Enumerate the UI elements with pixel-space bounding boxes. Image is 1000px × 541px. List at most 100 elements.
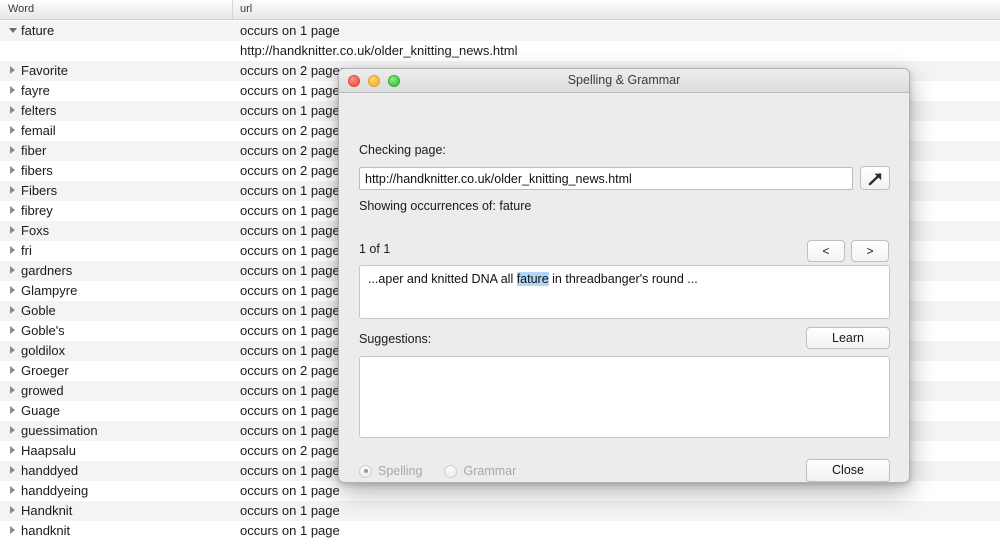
cell-url: occurs on 1 page	[240, 23, 340, 38]
dialog-title: Spelling & Grammar	[339, 73, 909, 87]
check-mode-radio-group: Spelling Grammar	[359, 464, 516, 478]
cell-word: Guage	[21, 403, 60, 418]
chevron-right-icon[interactable]	[10, 186, 15, 194]
cell-word: fri	[21, 243, 32, 258]
chevron-right-icon[interactable]	[10, 426, 15, 434]
cell-url: occurs on 1 page	[240, 343, 340, 358]
cell-url: occurs on 1 page	[240, 323, 340, 338]
cell-url: occurs on 1 page	[240, 103, 340, 118]
spelling-grammar-dialog: Spelling & Grammar Checking page: Showin…	[338, 68, 910, 483]
chevron-right-icon[interactable]	[10, 526, 15, 534]
chevron-right-icon[interactable]	[10, 286, 15, 294]
chevron-right-icon[interactable]	[10, 66, 15, 74]
radio-label-grammar: Grammar	[463, 464, 516, 478]
chevron-right-icon[interactable]	[10, 306, 15, 314]
cell-url: occurs on 1 page	[240, 283, 340, 298]
cell-url: occurs on 1 page	[240, 483, 340, 498]
table-header-row: Word url	[0, 0, 1000, 20]
cell-url: occurs on 1 page	[240, 523, 340, 538]
occurrence-counter: 1 of 1	[359, 242, 390, 256]
cell-url: occurs on 2 pages	[240, 363, 346, 378]
chevron-right-icon[interactable]	[10, 106, 15, 114]
context-highlighted-word: fature	[517, 272, 549, 286]
cell-word: gardners	[21, 263, 72, 278]
cell-url: occurs on 2 pages	[240, 443, 346, 458]
next-occurrence-button[interactable]: >	[851, 240, 889, 262]
cell-word: fiber	[21, 143, 46, 158]
cell-url: occurs on 1 page	[240, 83, 340, 98]
close-dialog-button[interactable]: Close	[806, 459, 890, 482]
cell-word: fayre	[21, 83, 50, 98]
chevron-right-icon[interactable]	[10, 266, 15, 274]
cell-url: occurs on 1 page	[240, 403, 340, 418]
cell-word: handknit	[21, 523, 70, 538]
chevron-right-icon[interactable]	[10, 246, 15, 254]
table-row[interactable]: fature occurs on 1 page	[0, 21, 1000, 41]
column-header-word[interactable]: Word	[8, 3, 34, 15]
cell-url: occurs on 1 page	[240, 203, 340, 218]
chevron-right-icon[interactable]	[10, 326, 15, 334]
cell-url: http://handknitter.co.uk/older_knitting_…	[240, 43, 518, 58]
suggestions-label: Suggestions:	[359, 332, 431, 346]
table-row[interactable]: http://handknitter.co.uk/older_knitting_…	[0, 41, 1000, 61]
chevron-right-icon[interactable]	[10, 366, 15, 374]
cell-url: occurs on 1 page	[240, 223, 340, 238]
cell-word: Foxs	[21, 223, 49, 238]
cell-word: goldilox	[21, 343, 65, 358]
column-divider[interactable]	[232, 0, 233, 19]
cell-word: Haapsalu	[21, 443, 76, 458]
chevron-right-icon[interactable]	[10, 466, 15, 474]
cell-word: Goble	[21, 303, 56, 318]
suggestions-list[interactable]	[359, 356, 890, 438]
cell-word: Goble's	[21, 323, 65, 338]
table-row[interactable]: handdyeing occurs on 1 page	[0, 481, 1000, 501]
chevron-down-icon[interactable]	[9, 28, 17, 33]
cell-word: Fibers	[21, 183, 57, 198]
cell-url: occurs on 1 page	[240, 303, 340, 318]
cell-url: occurs on 2 pages	[240, 143, 346, 158]
chevron-right-icon[interactable]	[10, 346, 15, 354]
chevron-right-icon[interactable]	[10, 126, 15, 134]
cell-word: fature	[21, 23, 54, 38]
chevron-right-icon[interactable]	[10, 206, 15, 214]
cell-word: handdyed	[21, 463, 78, 478]
chevron-right-icon[interactable]	[10, 446, 15, 454]
radio-spelling[interactable]: Spelling	[359, 464, 422, 478]
cell-word: felters	[21, 103, 56, 118]
chevron-right-icon[interactable]	[10, 506, 15, 514]
cell-word: femail	[21, 123, 56, 138]
radio-grammar[interactable]: Grammar	[444, 464, 516, 478]
cell-word: Favorite	[21, 63, 68, 78]
chevron-right-icon[interactable]	[10, 486, 15, 494]
chevron-right-icon[interactable]	[10, 406, 15, 414]
occurrence-context-box: ...aper and knitted DNA all fature in th…	[359, 265, 890, 319]
cell-word: Glampyre	[21, 283, 77, 298]
open-page-button[interactable]	[860, 166, 890, 190]
cell-url: occurs on 1 page	[240, 243, 340, 258]
cell-word: Handknit	[21, 503, 72, 518]
learn-button[interactable]: Learn	[806, 327, 890, 349]
context-before: ...aper and knitted DNA all	[368, 272, 517, 286]
dialog-titlebar[interactable]: Spelling & Grammar	[339, 69, 909, 93]
chevron-right-icon[interactable]	[10, 166, 15, 174]
cell-word: handdyeing	[21, 483, 88, 498]
cell-url: occurs on 1 page	[240, 183, 340, 198]
cell-url: occurs on 1 page	[240, 503, 340, 518]
chevron-right-icon[interactable]	[10, 86, 15, 94]
table-row[interactable]: Handknit occurs on 1 page	[0, 501, 1000, 521]
cell-word: fibers	[21, 163, 53, 178]
checking-page-url-input[interactable]	[359, 167, 853, 190]
cell-url: occurs on 1 page	[240, 463, 340, 478]
chevron-right-icon[interactable]	[10, 146, 15, 154]
cell-word: fibrey	[21, 203, 53, 218]
column-header-url[interactable]: url	[240, 3, 252, 15]
cell-url: occurs on 2 pages	[240, 123, 346, 138]
previous-occurrence-button[interactable]: <	[807, 240, 845, 262]
cell-url: occurs on 1 page	[240, 423, 340, 438]
context-after: in threadbanger's round ...	[549, 272, 698, 286]
chevron-right-icon[interactable]	[10, 226, 15, 234]
chevron-right-icon[interactable]	[10, 386, 15, 394]
cell-word: growed	[21, 383, 64, 398]
radio-dot-grammar	[444, 465, 457, 478]
table-row[interactable]: handknit occurs on 1 page	[0, 521, 1000, 541]
